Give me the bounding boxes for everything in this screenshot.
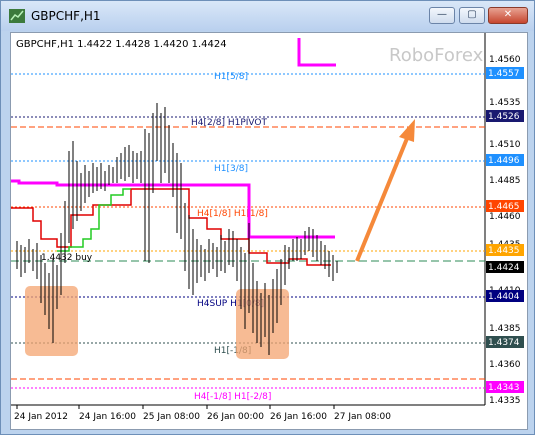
time-label: 24 Jan 2012 — [14, 412, 68, 422]
price-tick: 1.4510 — [489, 140, 521, 150]
price-tick: 1.4560 — [489, 55, 521, 65]
forecast-arrow-shaft — [355, 135, 410, 262]
level-label-buy: 1.4432 buy — [41, 253, 93, 263]
minimize-icon: — — [437, 9, 447, 20]
maximize-button[interactable]: ▢ — [459, 7, 485, 24]
price-tick: 1.4535 — [489, 98, 521, 108]
time-label: 26 Jan 16:00 — [270, 412, 327, 422]
price-chart[interactable]: GBPCHF,H1 1.4422 1.4428 1.4420 1.4424 Ro… — [10, 32, 528, 430]
chart-window: GBPCHF,H1 — ▢ ✕ GBPCHF,H1 1.4422 1.4428 … — [0, 0, 535, 435]
close-button[interactable]: ✕ — [488, 7, 528, 24]
price-marker: 1.4343 — [488, 383, 520, 393]
price-marker: 1.4404 — [488, 292, 520, 302]
price-tick: 1.4360 — [489, 360, 521, 370]
price-marker: 1.4496 — [488, 156, 520, 166]
price-marker: 1.4374 — [488, 338, 520, 348]
chart-icon — [9, 9, 25, 23]
time-label: 26 Jan 00:00 — [207, 412, 264, 422]
forecast-arrow-icon — [399, 119, 415, 142]
level-label-pivot: H4[2/8] H1PIVOT — [191, 118, 268, 128]
price-marker: 1.4435 — [488, 246, 520, 256]
minimize-button[interactable]: — — [429, 7, 455, 24]
price-tick: 1.4385 — [489, 324, 521, 334]
price-marker: 1.4465 — [488, 202, 520, 212]
time-label: 27 Jan 08:00 — [334, 412, 391, 422]
title-bar[interactable]: GBPCHF,H1 — ▢ ✕ — [1, 1, 534, 31]
level-label-h4-m1-8: H4[-1/8] H1[-2/8] — [194, 392, 271, 402]
level-label-h1-3-8: H1[3/8] — [214, 164, 248, 174]
price-marker: 1.4557 — [488, 69, 520, 79]
time-label: 24 Jan 16:00 — [79, 412, 136, 422]
watermark: RoboForex — [389, 45, 484, 66]
highlight-box-left — [25, 286, 78, 356]
price-marker: 1.4526 — [488, 112, 520, 122]
magenta-level-line-top — [297, 38, 336, 67]
price-axis-ticks: 1.4560 1.4535 1.4510 1.4485 1.4460 1.443… — [489, 55, 521, 406]
price-tick: 1.4335 — [489, 396, 521, 406]
price-marker: 1.4424 — [488, 263, 520, 273]
maximize-icon: ▢ — [467, 9, 477, 20]
price-markers: 1.4557 1.4526 1.4496 1.4465 1.4435 1.442… — [486, 67, 524, 393]
green-level-line — [57, 188, 131, 252]
level-label-h1-5-8: H1[5/8] — [214, 72, 248, 82]
chart-canvas: GBPCHF,H1 1.4422 1.4428 1.4420 1.4424 Ro… — [11, 33, 524, 422]
close-icon: ✕ — [503, 9, 513, 20]
window-title: GBPCHF,H1 — [31, 9, 101, 23]
time-label: 25 Jan 08:00 — [143, 412, 200, 422]
price-tick: 1.4460 — [489, 212, 521, 222]
time-axis-labels: 24 Jan 2012 24 Jan 16:00 25 Jan 08:00 26… — [14, 405, 391, 422]
price-tick: 1.4485 — [489, 176, 521, 186]
chart-info-line: GBPCHF,H1 1.4422 1.4428 1.4420 1.4424 — [16, 39, 227, 50]
